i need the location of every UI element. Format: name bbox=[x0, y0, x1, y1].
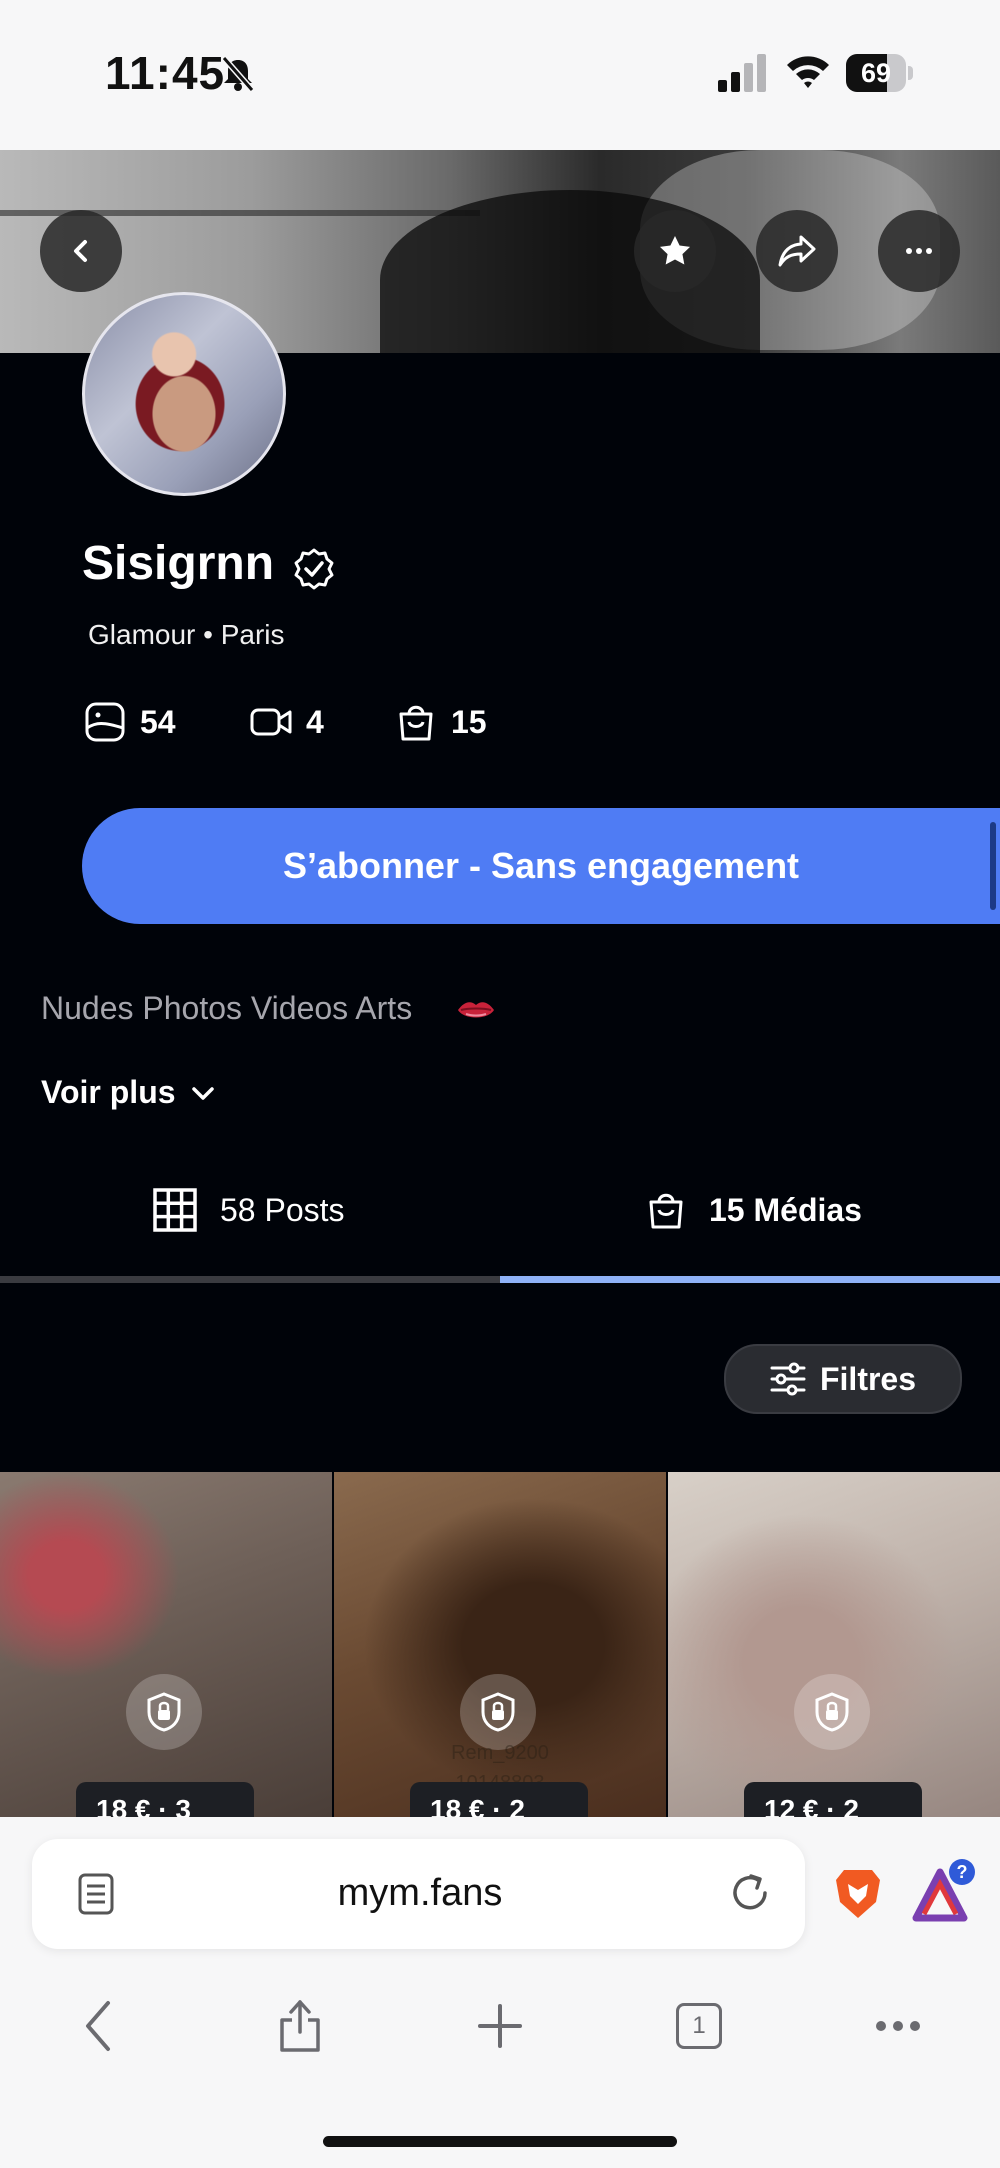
back-arrow-icon bbox=[74, 240, 87, 262]
media-item[interactable]: Rem_9200 10148803 18 € · 2 bbox=[334, 1472, 666, 1817]
more-icon bbox=[906, 248, 932, 254]
home-indicator bbox=[323, 2136, 677, 2147]
profile-name: Sisigrnn bbox=[82, 537, 275, 590]
media-price: 18 € · 2 bbox=[410, 1782, 588, 1817]
videos-count: 4 bbox=[250, 700, 324, 744]
video-icon bbox=[250, 708, 292, 736]
lock-icon bbox=[794, 1674, 870, 1750]
photo-icon bbox=[85, 702, 125, 742]
subscribe-button[interactable]: S’abonner - Sans engagement bbox=[82, 808, 1000, 924]
tab-count: 1 bbox=[676, 2003, 722, 2049]
reload-icon[interactable] bbox=[727, 1870, 773, 1916]
browser-share-button[interactable] bbox=[264, 1996, 336, 2056]
more-icon bbox=[876, 2021, 920, 2031]
subscribe-button-edge bbox=[990, 822, 996, 910]
document-icon[interactable] bbox=[78, 1873, 114, 1915]
see-more-label: Voir plus bbox=[41, 1074, 176, 1110]
battery-percent: 69 bbox=[860, 58, 892, 88]
tab-underline-inactive bbox=[0, 1276, 500, 1283]
lock-icon bbox=[460, 1674, 536, 1750]
filters-button[interactable]: Filtres bbox=[724, 1344, 962, 1414]
brave-icon[interactable] bbox=[834, 1866, 882, 1920]
tab-underline-active bbox=[500, 1276, 1000, 1283]
profile-bio: Nudes Photos Videos Arts bbox=[41, 990, 413, 1026]
grid-icon bbox=[153, 1188, 197, 1232]
tab-posts[interactable]: 58 Posts bbox=[152, 1180, 345, 1240]
photos-count-value: 54 bbox=[140, 703, 176, 740]
plus-icon bbox=[478, 2004, 522, 2048]
cellular-signal-icon bbox=[718, 54, 766, 92]
media-price: 18 € · 3 bbox=[76, 1782, 254, 1817]
wifi-icon bbox=[787, 56, 829, 88]
new-tab-button[interactable] bbox=[464, 1996, 536, 2056]
lock-icon bbox=[126, 1674, 202, 1750]
sliders-icon bbox=[770, 1362, 806, 1396]
more-options-button[interactable] bbox=[878, 210, 960, 292]
url-text[interactable]: mym.fans bbox=[260, 1872, 580, 1915]
tab-medias-label: 15 Médias bbox=[709, 1191, 862, 1228]
svg-text:?: ? bbox=[957, 1862, 968, 1882]
media-watermark: Rem_9200 bbox=[451, 1742, 549, 1764]
tab-posts-label: 58 Posts bbox=[220, 1191, 345, 1228]
star-icon bbox=[659, 235, 691, 265]
media-item[interactable]: 12 € · 2 bbox=[668, 1472, 1000, 1817]
tabs-button[interactable]: 1 bbox=[663, 1996, 735, 2056]
see-more-button[interactable]: Voir plus bbox=[41, 1074, 216, 1111]
shop-count: 15 bbox=[395, 700, 487, 744]
videos-count-value: 4 bbox=[306, 703, 324, 740]
chevron-down-icon bbox=[191, 1086, 214, 1100]
avatar[interactable] bbox=[82, 292, 286, 496]
favorite-button[interactable] bbox=[634, 210, 716, 292]
back-button[interactable] bbox=[40, 210, 122, 292]
aurora-icon[interactable]: ? bbox=[910, 1858, 978, 1924]
media-price: 12 € · 2 bbox=[744, 1782, 922, 1817]
browser-menu-button[interactable] bbox=[862, 1996, 934, 2056]
bag-icon bbox=[399, 705, 433, 741]
shop-count-value: 15 bbox=[451, 703, 487, 740]
media-item[interactable]: 18 € · 3 bbox=[0, 1472, 332, 1817]
chevron-left-icon bbox=[86, 2001, 110, 2051]
browser-back-button[interactable] bbox=[62, 1996, 134, 2056]
battery-indicator: 69 bbox=[846, 54, 914, 92]
share-icon bbox=[280, 2000, 320, 2052]
bag-icon bbox=[649, 1193, 683, 1229]
profile-subtitle: Glamour • Paris bbox=[88, 619, 285, 650]
tab-medias[interactable]: 15 Médias bbox=[645, 1180, 862, 1240]
filters-label: Filtres bbox=[819, 1360, 917, 1397]
share-icon bbox=[778, 235, 816, 267]
photos-count: 54 bbox=[84, 700, 176, 744]
bell-muted-icon bbox=[221, 56, 255, 92]
share-profile-button[interactable] bbox=[756, 210, 838, 292]
lips-emoji-icon bbox=[458, 1002, 494, 1018]
status-time: 11:45 bbox=[105, 47, 226, 99]
verified-icon bbox=[294, 548, 334, 590]
